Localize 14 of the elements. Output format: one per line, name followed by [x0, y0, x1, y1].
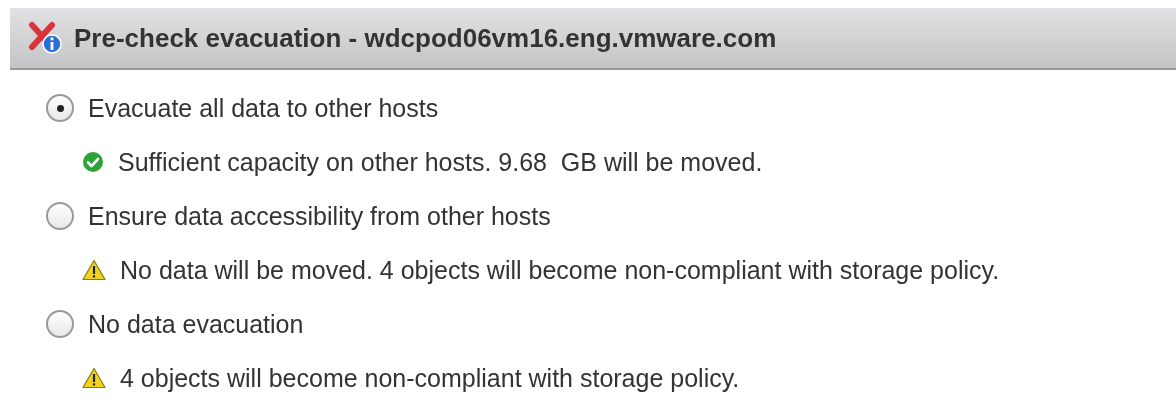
radio-button[interactable]	[46, 202, 74, 230]
option-label: No data evacuation	[88, 309, 304, 340]
option-label: Ensure data accessibility from other hosts	[88, 201, 551, 232]
status-message: Sufficient capacity on other hosts. 9.68 GB will be moved.	[118, 147, 763, 178]
radio-button[interactable]	[46, 94, 74, 122]
error-info-icon	[28, 21, 64, 55]
status-message: 4 objects will become non-compliant with storage policy.	[120, 363, 740, 394]
radio-button[interactable]	[46, 310, 74, 338]
window-title: Pre-check evacuation - wdcpod06vm16.eng.vmware.com	[74, 21, 777, 55]
warning-icon	[82, 259, 106, 281]
option-label: Evacuate all data to other hosts	[88, 93, 439, 124]
check-circle-icon	[82, 151, 104, 173]
warning-icon	[82, 367, 106, 389]
status-message: No data will be moved. 4 objects will become non-compliant with storage policy.	[120, 255, 1000, 286]
